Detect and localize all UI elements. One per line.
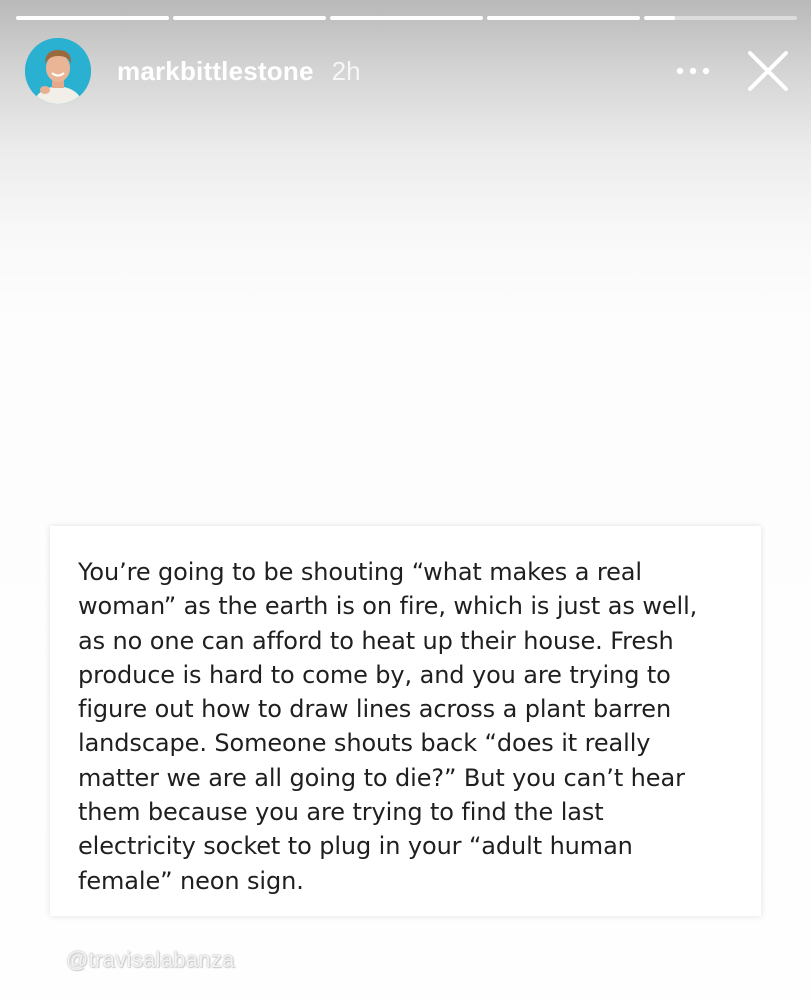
watermark-handle: @travisalabanza	[66, 947, 235, 972]
progress-fill	[330, 16, 483, 20]
progress-segment	[16, 16, 169, 20]
progress-segment	[487, 16, 640, 20]
progress-fill	[644, 16, 675, 20]
progress-segment	[330, 16, 483, 20]
close-icon	[748, 51, 788, 91]
avatar-image	[25, 38, 91, 104]
more-horizontal-icon	[676, 67, 710, 75]
more-options-button[interactable]	[673, 51, 713, 91]
progress-segment	[644, 16, 797, 20]
close-button[interactable]	[743, 46, 793, 96]
avatar[interactable]	[25, 38, 91, 104]
progress-fill	[487, 16, 640, 20]
progress-segment	[173, 16, 326, 20]
progress-fill	[173, 16, 326, 20]
post-time: 2h	[331, 55, 361, 86]
story-text: You’re going to be shouting “what makes …	[78, 558, 698, 895]
progress-fill	[16, 16, 169, 20]
story-text-card: You’re going to be shouting “what makes …	[50, 526, 761, 916]
story-header: markbittlestone 2h	[25, 38, 793, 104]
story-progress-bars	[16, 16, 797, 20]
username[interactable]: markbittlestone	[117, 56, 314, 87]
